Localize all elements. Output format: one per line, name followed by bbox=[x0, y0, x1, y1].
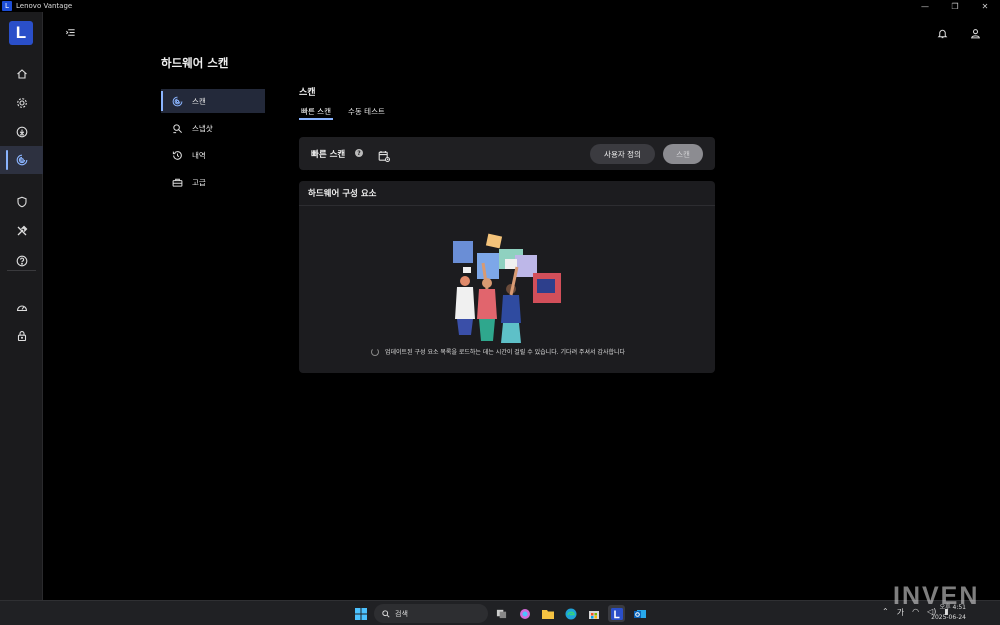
tab-quick-scan[interactable]: 빠른 스캔 bbox=[299, 106, 333, 120]
hardware-scan-icon[interactable] bbox=[0, 146, 43, 174]
sidebar-divider bbox=[7, 270, 36, 271]
calendar-schedule-icon[interactable] bbox=[378, 147, 391, 166]
search-placeholder: 검색 bbox=[395, 609, 408, 618]
help-icon[interactable]: ? bbox=[355, 149, 363, 157]
loading-text: 업데이트된 구성 요소 목록을 로드하는 데는 시간이 걸릴 수 있습니다. 기… bbox=[385, 349, 626, 356]
subnav-item-advanced[interactable]: 고급 bbox=[161, 170, 265, 194]
loading-illustration bbox=[453, 233, 561, 343]
shield-icon[interactable] bbox=[0, 188, 43, 216]
close-icon[interactable]: ✕ bbox=[970, 0, 1000, 12]
inven-watermark: INVEN bbox=[893, 582, 980, 610]
loading-status: 업데이트된 구성 요소 목록을 로드하는 데는 시간이 걸릴 수 있습니다. 기… bbox=[371, 347, 625, 356]
app-small-logo: L bbox=[2, 1, 12, 11]
edge-icon[interactable] bbox=[562, 605, 579, 622]
collapse-menu-icon[interactable] bbox=[63, 25, 77, 39]
minimize-icon[interactable]: — bbox=[910, 0, 940, 12]
home-icon[interactable] bbox=[0, 60, 43, 88]
window-controls: — ❐ ✕ bbox=[910, 0, 1000, 12]
gear-icon[interactable] bbox=[0, 89, 43, 117]
user-icon[interactable] bbox=[968, 26, 982, 40]
subnav-item-scan[interactable]: 스캔 bbox=[161, 89, 265, 113]
search-icon bbox=[382, 609, 390, 618]
section-title: 스캔 bbox=[299, 88, 316, 98]
bell-icon[interactable] bbox=[935, 26, 949, 40]
subnav-label: 스캔 bbox=[192, 96, 206, 106]
tools-icon[interactable] bbox=[0, 217, 43, 245]
quick-scan-label: 빠른 스캔 bbox=[311, 150, 346, 160]
windows-start-icon[interactable] bbox=[352, 605, 369, 622]
store-icon[interactable] bbox=[585, 605, 602, 622]
subnav-item-history[interactable]: 내역 bbox=[161, 143, 265, 167]
lenovo-vantage-taskbar-icon[interactable] bbox=[608, 605, 625, 622]
spinner-icon bbox=[371, 347, 379, 356]
hardware-components-title: 하드웨어 구성 요소 bbox=[299, 181, 715, 206]
radar-icon bbox=[172, 96, 183, 106]
sidebar: L bbox=[0, 12, 43, 600]
tab-manual-test[interactable]: 수동 테스트 bbox=[348, 106, 385, 120]
title-bar: L Lenovo Vantage — ❐ ✕ bbox=[0, 0, 1000, 12]
scan-button[interactable]: 스캔 bbox=[663, 144, 703, 164]
lenovo-logo[interactable]: L bbox=[9, 21, 33, 45]
download-icon[interactable] bbox=[0, 118, 43, 146]
page-title: 하드웨어 스캔 bbox=[161, 56, 229, 70]
hardware-scan-subnav: 스캔 스냅샷 내역 고급 bbox=[161, 89, 265, 197]
chevron-up-icon[interactable]: ⌃ bbox=[882, 607, 889, 618]
subnav-label: 고급 bbox=[192, 177, 206, 187]
scan-tabs: 빠른 스캔 수동 테스트 bbox=[299, 106, 400, 120]
restore-icon[interactable]: ❐ bbox=[940, 0, 970, 12]
quick-scan-card: 빠른 스캔 ? 사용자 정의 스캔 bbox=[299, 137, 715, 170]
outlook-icon[interactable] bbox=[631, 605, 648, 622]
lock-icon[interactable] bbox=[0, 322, 43, 350]
custom-button[interactable]: 사용자 정의 bbox=[590, 144, 655, 164]
subnav-label: 스냅샷 bbox=[192, 123, 213, 133]
subnav-label: 내역 bbox=[192, 150, 206, 160]
hardware-components-card: 하드웨어 구성 요소 업데이트된 구성 요소 목록을 로드하는 데는 시간이 걸… bbox=[299, 181, 715, 373]
file-explorer-icon[interactable] bbox=[539, 605, 556, 622]
clock-date: 2025-06-24 bbox=[931, 614, 966, 621]
taskbar-search[interactable]: 검색 bbox=[374, 604, 488, 623]
task-view-icon[interactable] bbox=[493, 605, 510, 622]
window-title: Lenovo Vantage bbox=[16, 2, 73, 10]
history-icon bbox=[172, 150, 182, 160]
copilot-icon[interactable] bbox=[516, 605, 533, 622]
taskbar: 검색 ⌃ 가 ◠ ◁) ▮ 오후 4:51 2025-06-24 bbox=[0, 600, 1000, 625]
subnav-item-snapshot[interactable]: 스냅샷 bbox=[161, 116, 265, 140]
snapshot-icon bbox=[173, 123, 182, 133]
toolbox-icon bbox=[172, 178, 183, 187]
speedometer-icon[interactable] bbox=[0, 294, 43, 322]
